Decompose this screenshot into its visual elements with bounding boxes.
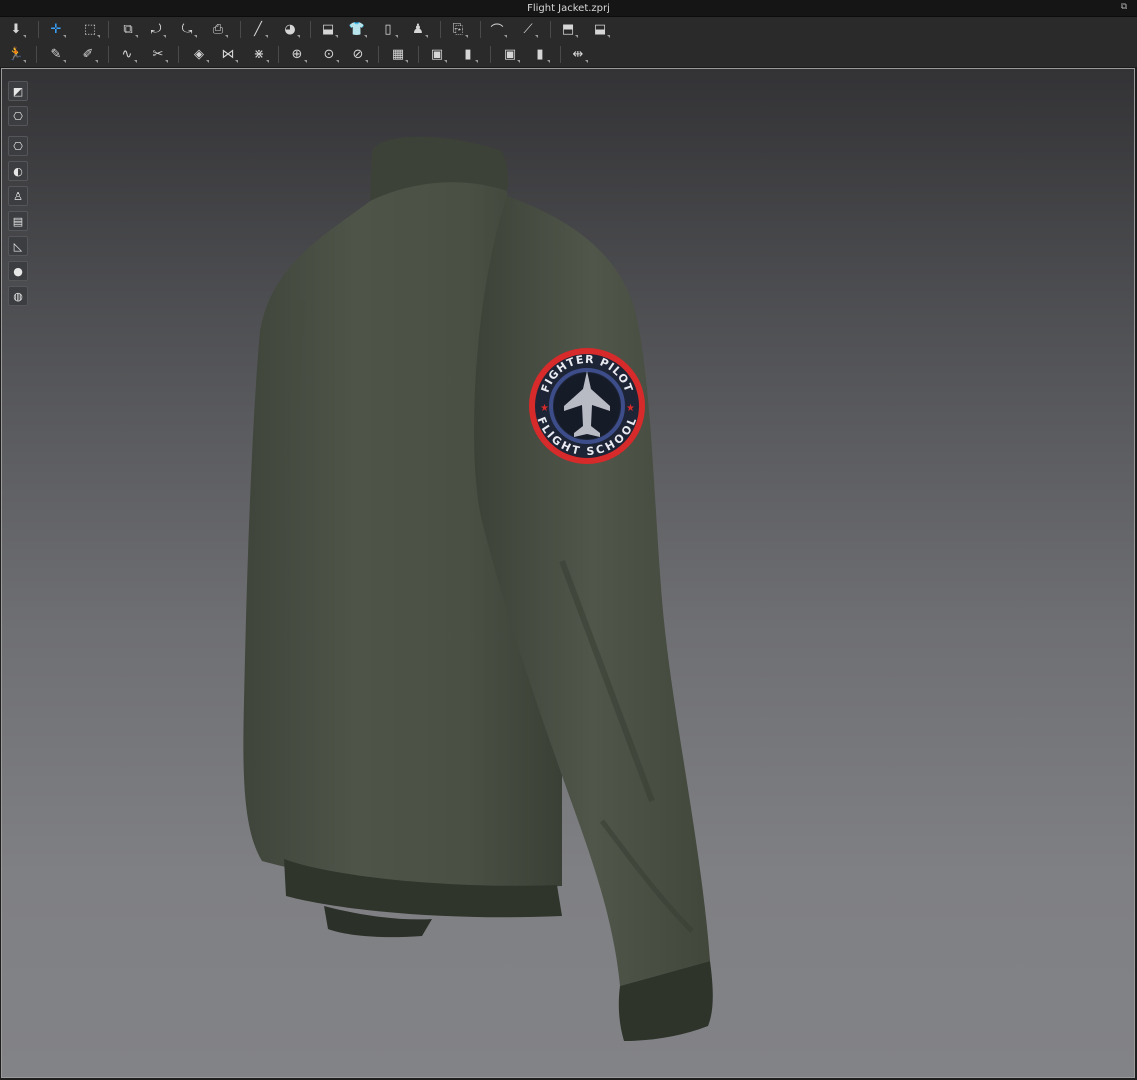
topstitch-icon[interactable]: ⋈	[217, 44, 239, 64]
toolbar-separator	[36, 46, 37, 63]
graphic-icon[interactable]: ◈	[188, 44, 210, 64]
button-icon[interactable]: ⊕	[286, 44, 308, 64]
select-mesh-icon[interactable]: ⬚	[79, 19, 101, 39]
measure-curve-icon[interactable]: ⌒	[486, 19, 508, 39]
brush-icon[interactable]: ✐	[77, 44, 99, 64]
curve-edit-icon[interactable]: ∿	[116, 44, 138, 64]
patch-star-left: ★	[540, 403, 549, 414]
toolbar-separator	[108, 46, 109, 63]
toolbar-separator	[240, 21, 241, 38]
toolbar-row-1: ⬇ ✛ ⬚ ⧉ ⤾ ⤿ ⎙ ╱ ◕ ⬓ 👕 ▯ ♟ ⎘ ⌒ ⟋ ⬒ ⬓	[0, 17, 1137, 43]
toolbar-separator	[310, 21, 311, 38]
toolbar-row-2: 🏃 ✎ ✐ ∿ ✂ ◈ ⋈ ⋇ ⊕ ⊙ ⊘ ▦ ▣ ▮ ▣ ▮ ⇹	[0, 42, 1137, 68]
toolbar-separator	[278, 46, 279, 63]
pin-icon[interactable]: ╱	[247, 19, 269, 39]
fabric-cube-icon[interactable]: ▣	[426, 44, 448, 64]
tack-icon[interactable]: ◕	[279, 19, 301, 39]
window-titlebar: Flight Jacket.zprj ⧉	[0, 0, 1137, 17]
buttonhole-icon[interactable]: ⊙	[318, 44, 340, 64]
toolbar-separator	[418, 46, 419, 63]
cut-icon[interactable]: ✂	[147, 44, 169, 64]
puckering-icon[interactable]: ⋇	[248, 44, 270, 64]
shirt-side-icon[interactable]: ▯	[377, 19, 399, 39]
rotate-pattern-icon[interactable]: ⤾	[145, 19, 167, 39]
sleeve-patch: FIGHTER PILOT FLIGHT SCHOOL ★ ★	[529, 348, 645, 464]
avatar-shirt-icon[interactable]: ♟	[407, 19, 429, 39]
toolbar-separator	[490, 46, 491, 63]
strengthen-icon[interactable]: ⇹	[567, 44, 589, 64]
reset-pattern-icon[interactable]: ⤿	[176, 19, 198, 39]
camera-icon[interactable]: ⎙	[207, 19, 229, 39]
transform-pattern-icon[interactable]: ✛	[45, 19, 67, 39]
edit-texture-icon[interactable]: ✎	[45, 44, 67, 64]
toolbar-separator	[178, 46, 179, 63]
toolbar-separator	[108, 21, 109, 38]
toolbar-separator	[480, 21, 481, 38]
trim-icon[interactable]: ▦	[387, 44, 409, 64]
simulation-icon[interactable]: ⬇	[5, 19, 27, 39]
toolbar-separator	[38, 21, 39, 38]
fabric-panel-icon[interactable]: ▮	[457, 44, 479, 64]
garment-fit-icon[interactable]: ⬒	[557, 19, 579, 39]
toolbar-separator	[560, 46, 561, 63]
edit-pattern-icon[interactable]: ⧉	[117, 19, 139, 39]
arrangement-icon[interactable]: ⬓	[317, 19, 339, 39]
avatar-pose-icon[interactable]: 🏃	[5, 44, 27, 64]
jacket-3d-model[interactable]: FIGHTER PILOT FLIGHT SCHOOL ★ ★	[2, 69, 1135, 1078]
window-title: Flight Jacket.zprj	[527, 2, 610, 14]
restore-window-icon[interactable]: ⧉	[1119, 2, 1129, 12]
shirt-front-icon[interactable]: 👕	[346, 19, 368, 39]
measure-line-icon[interactable]: ⟋	[517, 19, 539, 39]
zipper-icon[interactable]: ⊘	[347, 44, 369, 64]
toolbar-separator	[440, 21, 441, 38]
fold-icon[interactable]: ⎘	[447, 19, 469, 39]
patch-star-right: ★	[626, 403, 635, 414]
garment-layer-icon[interactable]: ⬓	[589, 19, 611, 39]
toolbar-separator	[378, 46, 379, 63]
3d-viewport[interactable]: ◩ ⎔ ⎔ ◐ ♙ ▤ ◺ ● ◍ FIGHTER PILOT FLIGHT S…	[1, 68, 1135, 1078]
texture-panel-icon[interactable]: ▮	[529, 44, 551, 64]
toolbar-separator	[550, 21, 551, 38]
texture-cube-icon[interactable]: ▣	[499, 44, 521, 64]
